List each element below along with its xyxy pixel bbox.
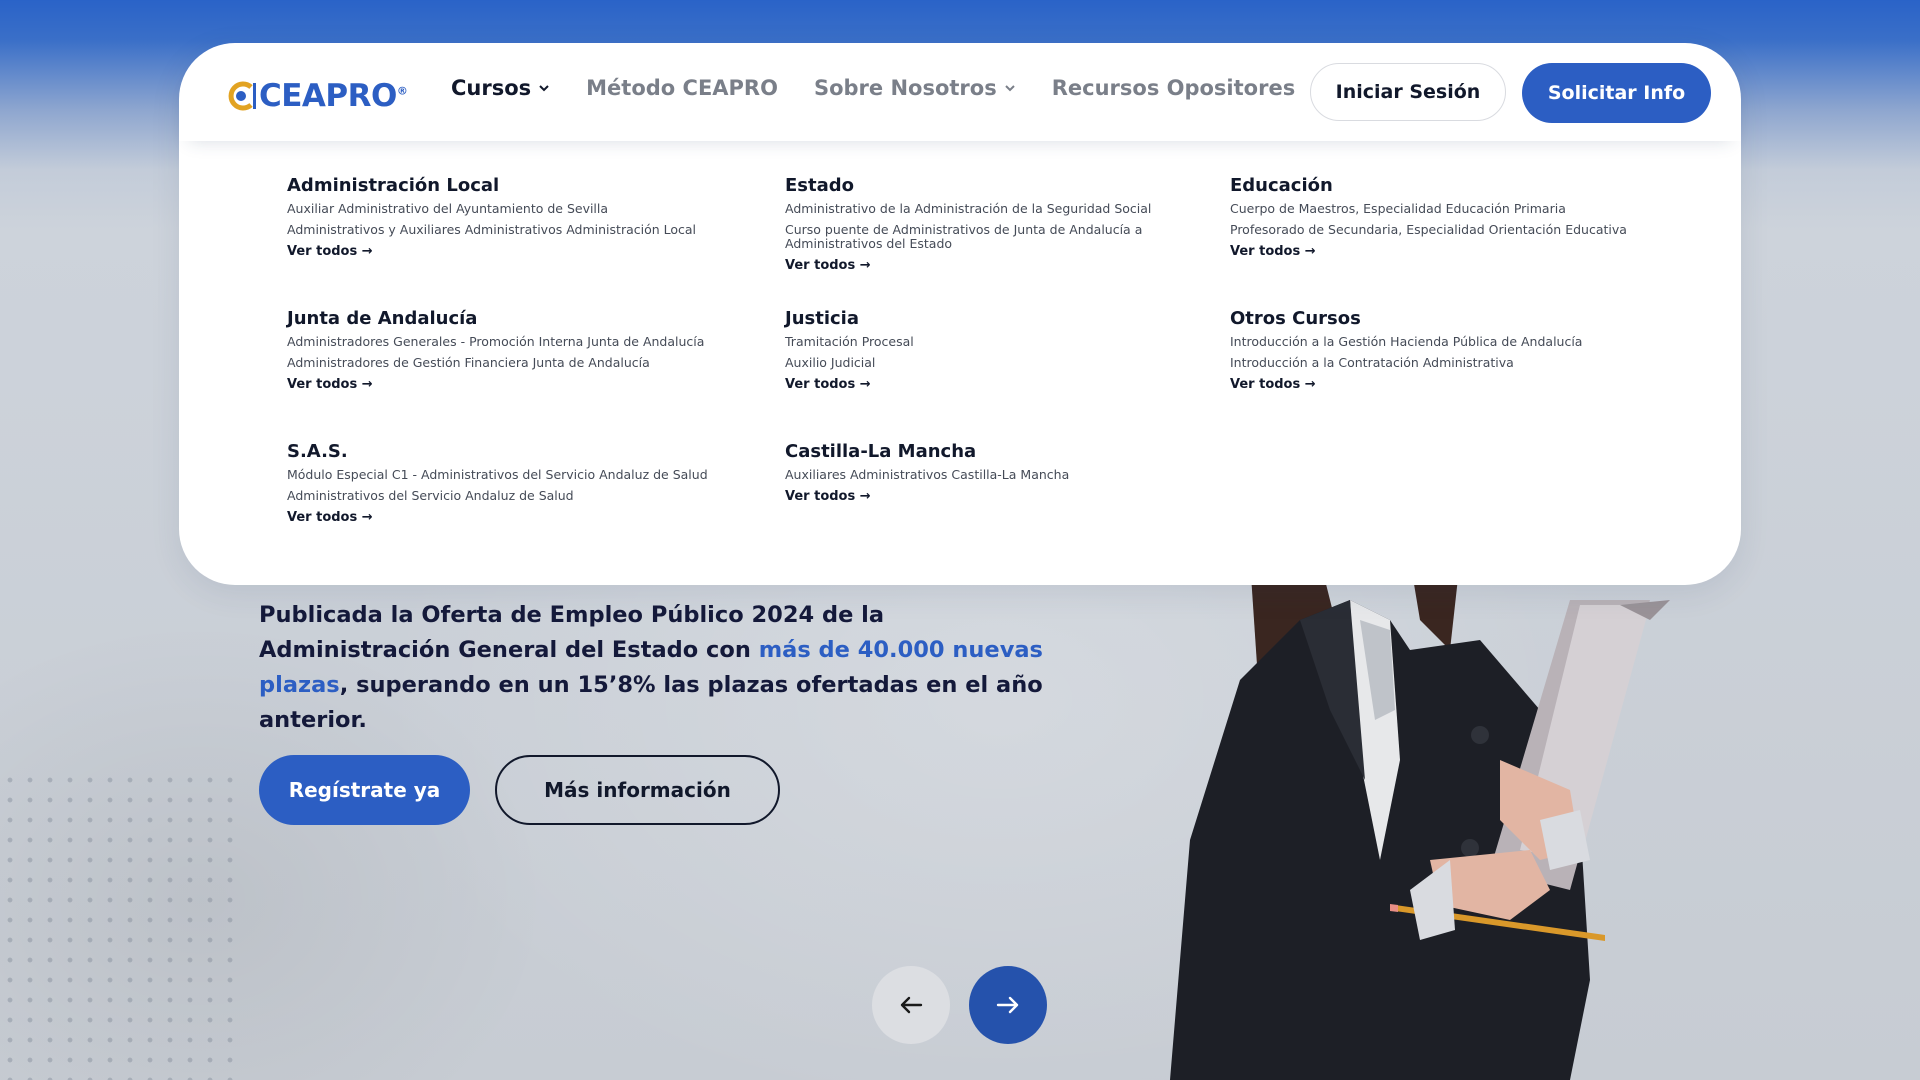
more-info-button[interactable]: Más información <box>495 755 780 825</box>
menu-group-title[interactable]: S.A.S. <box>287 441 727 462</box>
dot-pattern-decoration <box>0 770 240 1080</box>
see-all-link[interactable]: Ver todos → <box>287 244 727 259</box>
menu-group-castilla-la-mancha: Castilla-La Mancha Auxiliares Administra… <box>785 441 1175 504</box>
nav-item-label: Recursos Opositores <box>1051 76 1296 100</box>
see-all-link[interactable]: Ver todos → <box>785 258 1175 273</box>
register-button[interactable]: Regístrate ya <box>259 755 470 825</box>
menu-course-link[interactable]: Curso puente de Administrativos de Junta… <box>785 223 1175 251</box>
see-all-link[interactable]: Ver todos → <box>785 489 1175 504</box>
carousel-next-button[interactable] <box>969 966 1047 1044</box>
menu-group-otros-cursos: Otros Cursos Introducción a la Gestión H… <box>1230 308 1670 392</box>
menu-group-title[interactable]: Estado <box>785 175 1175 196</box>
menu-group-educacion: Educación Cuerpo de Maestros, Especialid… <box>1230 175 1670 259</box>
menu-course-link[interactable]: Profesorado de Secundaria, Especialidad … <box>1230 223 1670 237</box>
menu-group-administracion-local: Administración Local Auxiliar Administra… <box>287 175 727 259</box>
menu-group-title[interactable]: Junta de Andalucía <box>287 308 727 329</box>
ceapro-logo[interactable]: CEAPRO® <box>227 76 408 116</box>
hero-text-part: , superando en un 15’8% las plazas ofert… <box>259 672 1043 733</box>
hero-image-woman <box>1170 560 1670 1080</box>
menu-group-title[interactable]: Otros Cursos <box>1230 308 1670 329</box>
see-all-link[interactable]: Ver todos → <box>1230 377 1670 392</box>
menu-course-link[interactable]: Introducción a la Gestión Hacienda Públi… <box>1230 335 1670 349</box>
nav-item-label: Sobre Nosotros <box>813 76 997 100</box>
menu-course-link[interactable]: Tramitación Procesal <box>785 335 1175 349</box>
chevron-down-icon <box>539 85 549 92</box>
carousel-prev-button[interactable] <box>872 966 950 1044</box>
nav-item-label: Método CEAPRO <box>586 76 778 100</box>
nav-item-cursos[interactable]: Cursos <box>451 76 550 100</box>
nav-item-sobre-nosotros[interactable]: Sobre Nosotros <box>814 76 1016 100</box>
menu-course-link[interactable]: Cuerpo de Maestros, Especialidad Educaci… <box>1230 202 1670 216</box>
menu-course-link[interactable]: Administrativos y Auxiliares Administrat… <box>287 223 727 237</box>
menu-course-link[interactable]: Auxiliares Administrativos Castilla-La M… <box>785 468 1175 482</box>
nav-item-recursos-opositores[interactable]: Recursos Opositores <box>1052 76 1295 100</box>
ceapro-logo-icon <box>227 81 257 111</box>
see-all-link[interactable]: Ver todos → <box>287 510 727 525</box>
menu-group-title[interactable]: Educación <box>1230 175 1670 196</box>
menu-group-title[interactable]: Castilla-La Mancha <box>785 441 1175 462</box>
arrow-left-icon <box>900 996 923 1014</box>
login-button[interactable]: Iniciar Sesión <box>1310 63 1506 121</box>
menu-group-title[interactable]: Justicia <box>785 308 1175 329</box>
menu-course-link[interactable]: Introducción a la Contratación Administr… <box>1230 356 1670 370</box>
see-all-link[interactable]: Ver todos → <box>287 377 727 392</box>
menu-group-estado: Estado Administrativo de la Administraci… <box>785 175 1175 273</box>
request-info-button[interactable]: Solicitar Info <box>1522 63 1711 123</box>
chevron-down-icon <box>1005 85 1015 92</box>
menu-course-link[interactable]: Administrativo de la Administración de l… <box>785 202 1175 216</box>
main-nav: Cursos Método CEAPRO Sobre Nosotros Recu… <box>451 76 1331 100</box>
menu-course-link[interactable]: Módulo Especial C1 - Administrativos del… <box>287 468 727 482</box>
navbar: CEAPRO® Cursos Método CEAPRO Sobre Nosot… <box>179 43 1741 141</box>
hero-description: Publicada la Oferta de Empleo Público 20… <box>259 598 1059 738</box>
menu-course-link[interactable]: Auxiliar Administrativo del Ayuntamiento… <box>287 202 727 216</box>
nav-item-label: Cursos <box>451 76 532 100</box>
menu-course-link[interactable]: Administrativos del Servicio Andaluz de … <box>287 489 727 503</box>
menu-group-sas: S.A.S. Módulo Especial C1 - Administrati… <box>287 441 727 525</box>
see-all-link[interactable]: Ver todos → <box>785 377 1175 392</box>
menu-group-title[interactable]: Administración Local <box>287 175 727 196</box>
nav-item-metodo-ceapro[interactable]: Método CEAPRO <box>586 76 778 100</box>
ceapro-logo-text: CEAPRO® <box>259 78 408 114</box>
menu-course-link[interactable]: Administradores Generales - Promoción In… <box>287 335 727 349</box>
menu-group-junta-andalucia: Junta de Andalucía Administradores Gener… <box>287 308 727 392</box>
menu-course-link[interactable]: Administradores de Gestión Financiera Ju… <box>287 356 727 370</box>
header-nav-dropdown: CEAPRO® Cursos Método CEAPRO Sobre Nosot… <box>179 43 1741 585</box>
arrow-right-icon <box>996 996 1019 1014</box>
see-all-link[interactable]: Ver todos → <box>1230 244 1670 259</box>
menu-course-link[interactable]: Auxilio Judicial <box>785 356 1175 370</box>
menu-group-justicia: Justicia Tramitación Procesal Auxilio Ju… <box>785 308 1175 392</box>
